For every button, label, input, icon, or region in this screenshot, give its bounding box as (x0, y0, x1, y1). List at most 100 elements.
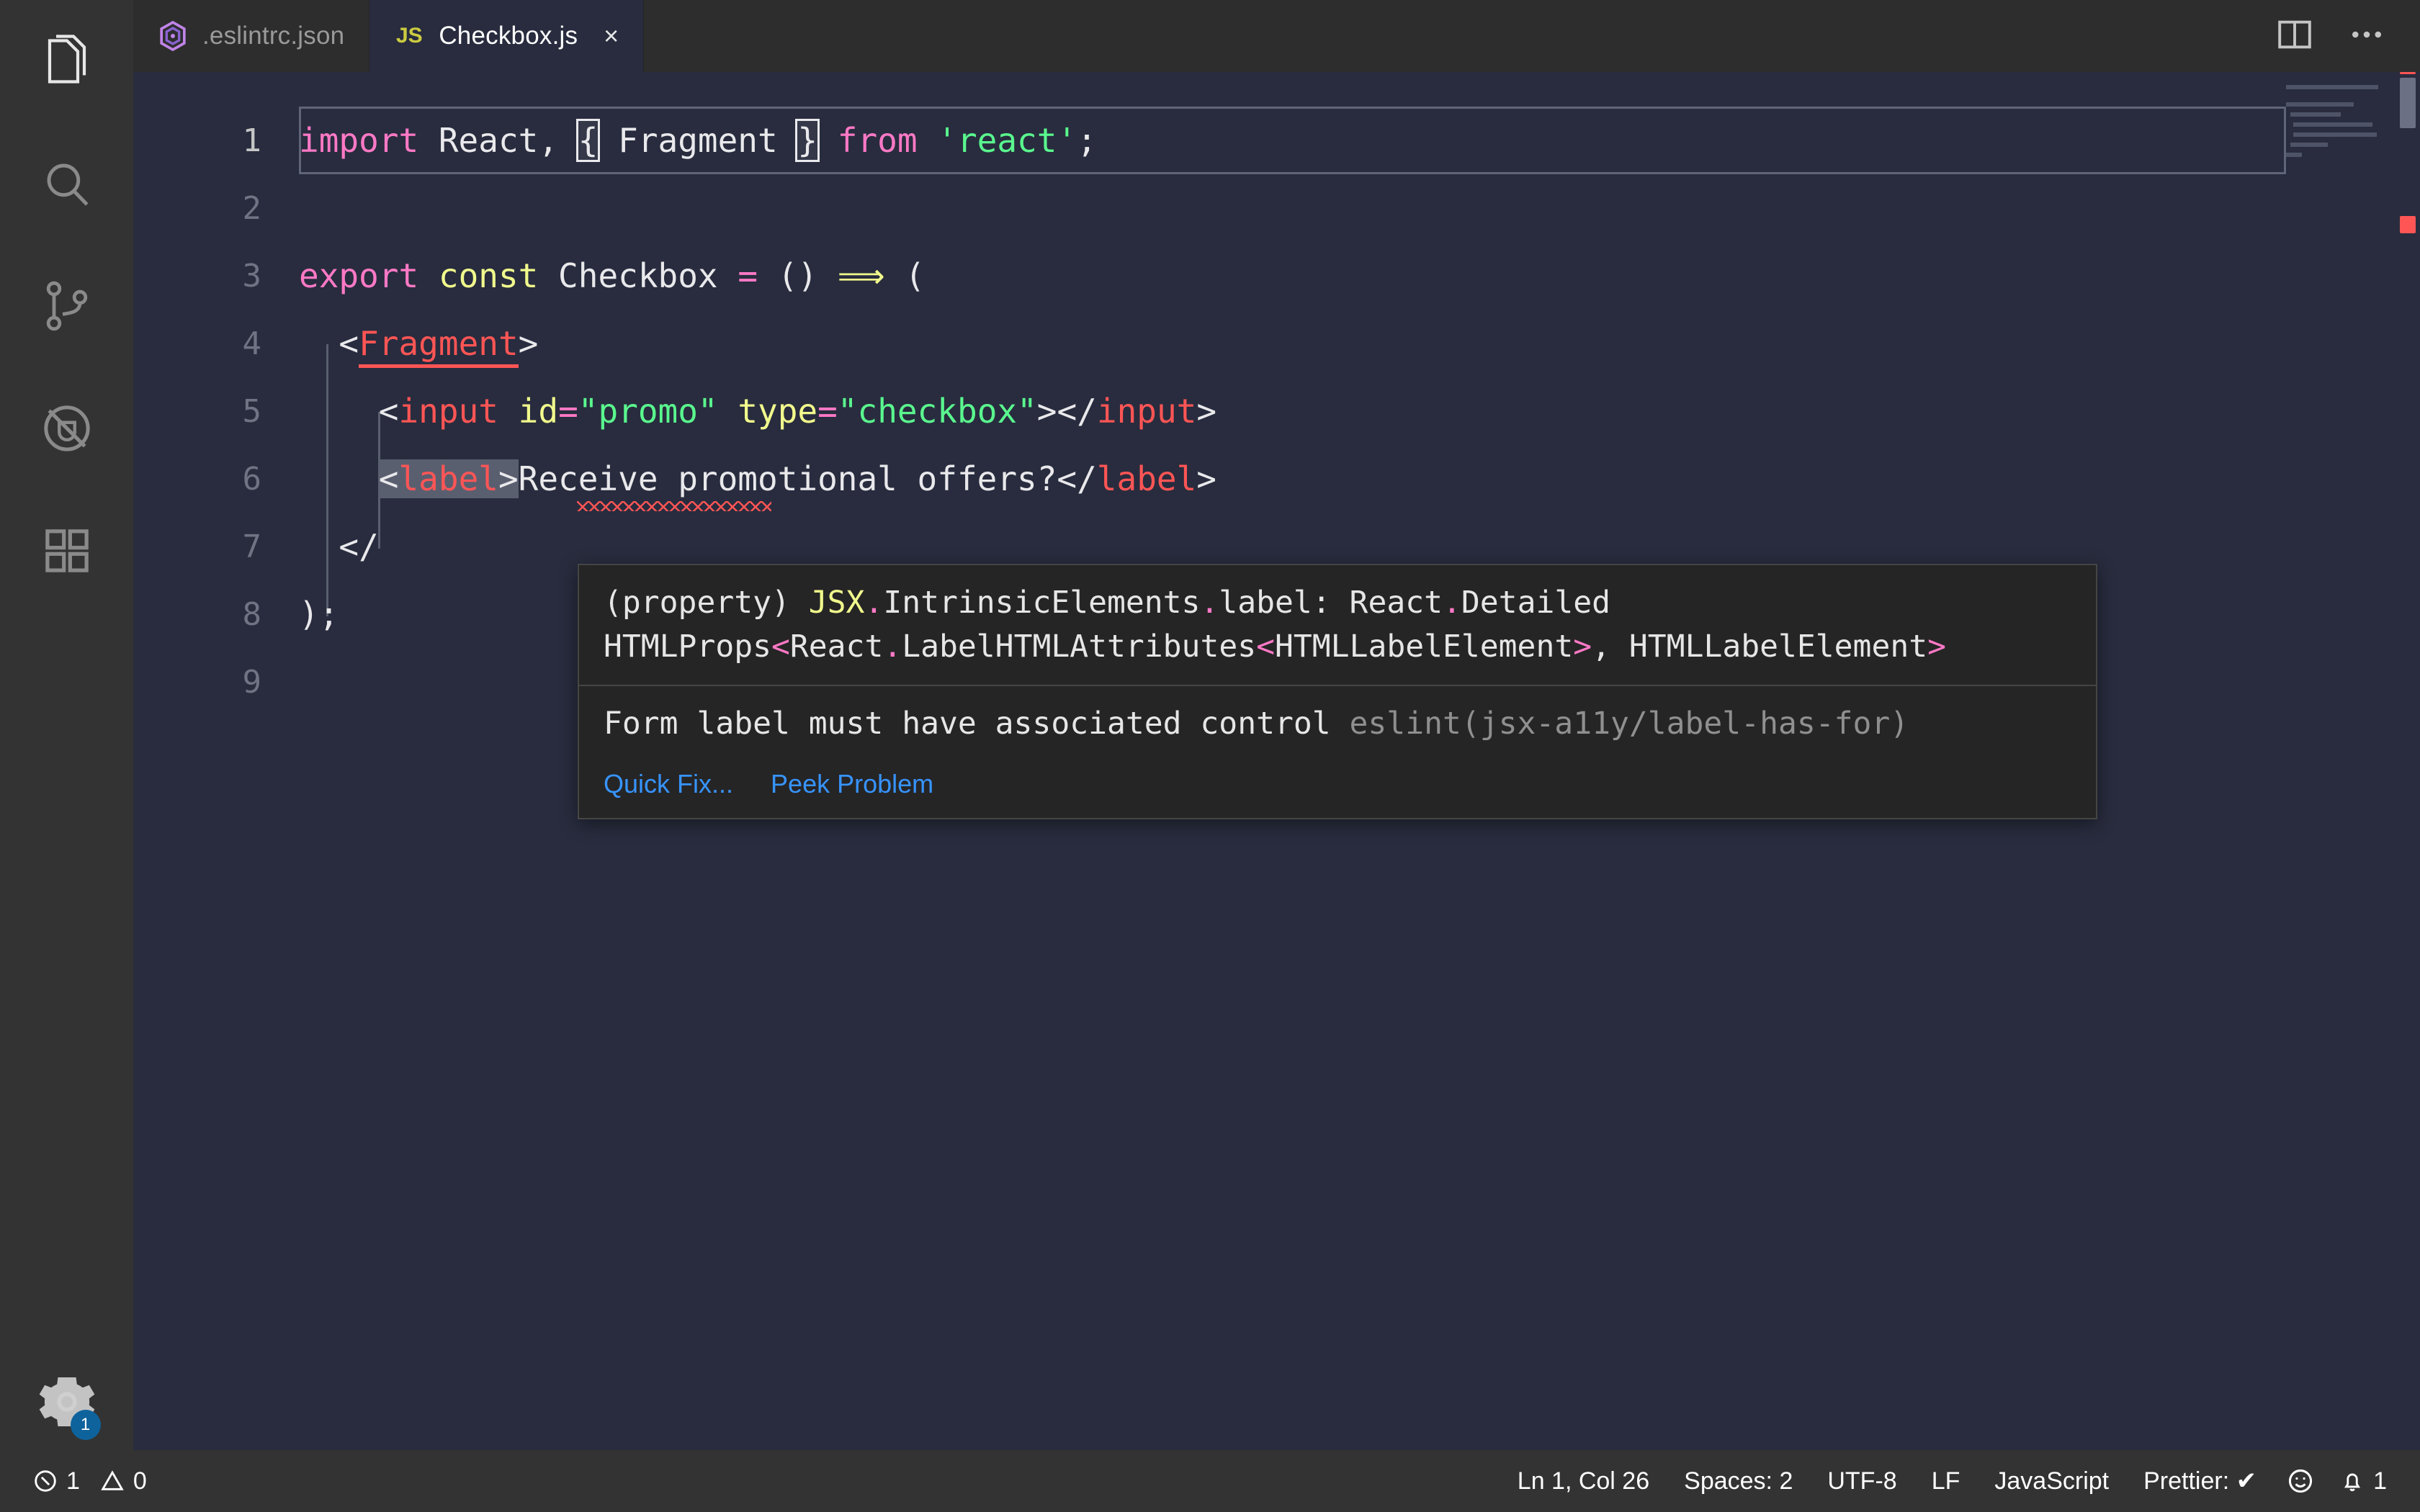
token: export (299, 256, 419, 295)
overview-ruler[interactable] (2394, 72, 2420, 1450)
status-problems[interactable]: 1 0 (20, 1450, 160, 1512)
arrow-ligature: ⟹ (837, 256, 885, 295)
status-eol[interactable]: LF (1914, 1450, 1978, 1512)
line-number: 9 (242, 663, 262, 701)
close-icon[interactable]: × (604, 23, 619, 49)
more-actions-button[interactable] (2331, 0, 2403, 72)
token: HTMLLabelElement (1275, 629, 1574, 665)
token: input (1096, 392, 1197, 431)
token: JSX (808, 585, 865, 621)
cursor-position-label: Ln 1, Col 26 (1517, 1467, 1650, 1495)
status-cursor-position[interactable]: Ln 1, Col 26 (1500, 1450, 1667, 1512)
split-editor-icon (2276, 16, 2313, 57)
activity-bar: 1 (0, 0, 133, 1450)
status-feedback[interactable] (2274, 1450, 2327, 1512)
token: Fragment (598, 121, 798, 160)
eol-label: LF (1931, 1467, 1960, 1495)
line-content: import React, { Fragment } from 'react'; (299, 119, 1097, 162)
code-line-4[interactable]: 4 <Fragment> (133, 310, 2420, 377)
token: < (299, 392, 399, 431)
manage-settings-button[interactable]: 1 (27, 1364, 107, 1443)
language-mode-label: JavaScript (1994, 1467, 2110, 1495)
line-number: 6 (242, 460, 262, 498)
token: < (1256, 629, 1276, 665)
warning-triangle-icon (100, 1469, 125, 1493)
error-squiggle (577, 501, 771, 511)
token: > (1196, 392, 1217, 431)
hover-diagnostic-message: Form label must have associated control … (604, 702, 2071, 746)
line-number: 1 (242, 122, 262, 159)
search-icon (40, 157, 94, 210)
code-line-3[interactable]: 3 export const Checkbox = () ⟹ ( (133, 242, 2420, 310)
code-line-5[interactable]: 5 <input id="promo" type="checkbox"></in… (133, 377, 2420, 445)
token: . (883, 629, 902, 665)
token: LabelHTMLAttributes (902, 629, 1257, 665)
sidebar-item-extensions[interactable] (0, 490, 133, 612)
token: > (1573, 629, 1592, 665)
notification-count: 1 (2373, 1467, 2387, 1495)
status-indentation[interactable]: Spaces: 2 (1667, 1450, 1810, 1512)
line-number: 7 (242, 528, 262, 565)
source-control-icon (40, 278, 94, 334)
bracket-match-open: { (575, 119, 601, 162)
tab-bar: .eslintrc.json JS Checkbox.js × (133, 0, 2420, 72)
status-encoding[interactable]: UTF-8 (1810, 1450, 1914, 1512)
token: = (558, 392, 578, 431)
status-bar: 1 0 Ln 1, Col 26 Spaces: 2 UTF-8 LF Java… (0, 1450, 2420, 1512)
smiley-icon (2287, 1467, 2314, 1495)
code-line-2[interactable]: 2 (133, 174, 2420, 242)
token: Checkbox (538, 256, 738, 295)
prettier-label: Prettier: ✔ (2143, 1467, 2257, 1495)
code-area[interactable]: 1 import React, { Fragment } from 'react… (133, 72, 2420, 1450)
line-number: 3 (242, 257, 262, 294)
token: () (758, 256, 838, 295)
sidebar-item-source-control[interactable] (0, 245, 133, 367)
tab-checkbox-js[interactable]: JS Checkbox.js × (369, 0, 645, 72)
token: const (438, 256, 539, 295)
quick-fix-link[interactable]: Quick Fix... (604, 769, 733, 799)
line-number: 4 (242, 325, 262, 362)
eslint-icon (158, 20, 188, 52)
sidebar-item-explorer[interactable] (0, 0, 133, 122)
status-prettier[interactable]: Prettier: ✔ (2126, 1450, 2274, 1512)
hover-actions: Quick Fix... Peek Problem (579, 762, 2096, 818)
token: > (518, 324, 539, 363)
sidebar-item-search[interactable] (0, 122, 133, 245)
extensions-icon (40, 524, 94, 577)
token: > (1196, 459, 1216, 498)
token: "promo" (578, 392, 718, 431)
diagnostic-text: Form label must have associated control (604, 706, 1350, 742)
activity-bar-bottom: 1 (0, 1364, 133, 1443)
split-editor-button[interactable] (2259, 0, 2331, 72)
tab-eslintrc-json[interactable]: .eslintrc.json (133, 0, 370, 72)
line-content: ); (299, 595, 339, 634)
js-icon-text: JS (395, 24, 423, 48)
code-editor[interactable]: 1 import React, { Fragment } from 'react… (133, 72, 2420, 1450)
token: > (1927, 629, 1947, 665)
token: "checkbox" (837, 392, 1037, 431)
token: ( (884, 256, 926, 295)
hover-signature-section: (property) JSX.IntrinsicElements.label: … (579, 565, 2096, 685)
code-line-1[interactable]: 1 import React, { Fragment } from 'react… (133, 107, 2420, 174)
diagnostic-source: eslint(jsx-a11y/label-has-for) (1349, 706, 1909, 742)
status-notifications[interactable]: 1 (2327, 1450, 2400, 1512)
sidebar-item-run-and-debug[interactable] (0, 367, 133, 490)
error-circle-icon (33, 1469, 58, 1493)
hover-tooltip[interactable]: (property) JSX.IntrinsicElements.label: … (578, 564, 2097, 820)
code-line-6[interactable]: 6 <label>Receive promotional offers?</la… (133, 445, 2420, 513)
peek-problem-link[interactable]: Peek Problem (771, 769, 933, 799)
overview-error-mark (2400, 72, 2416, 74)
token: . (1200, 585, 1219, 621)
token: 'react' (937, 121, 1077, 160)
status-language-mode[interactable]: JavaScript (1977, 1450, 2126, 1512)
token: React (789, 629, 884, 665)
scrollbar-thumb[interactable] (2400, 78, 2416, 128)
bell-icon (2340, 1469, 2365, 1493)
highlighted-label-tag[interactable]: <label> (378, 459, 519, 498)
token: < (378, 459, 399, 498)
token: type (738, 392, 818, 431)
